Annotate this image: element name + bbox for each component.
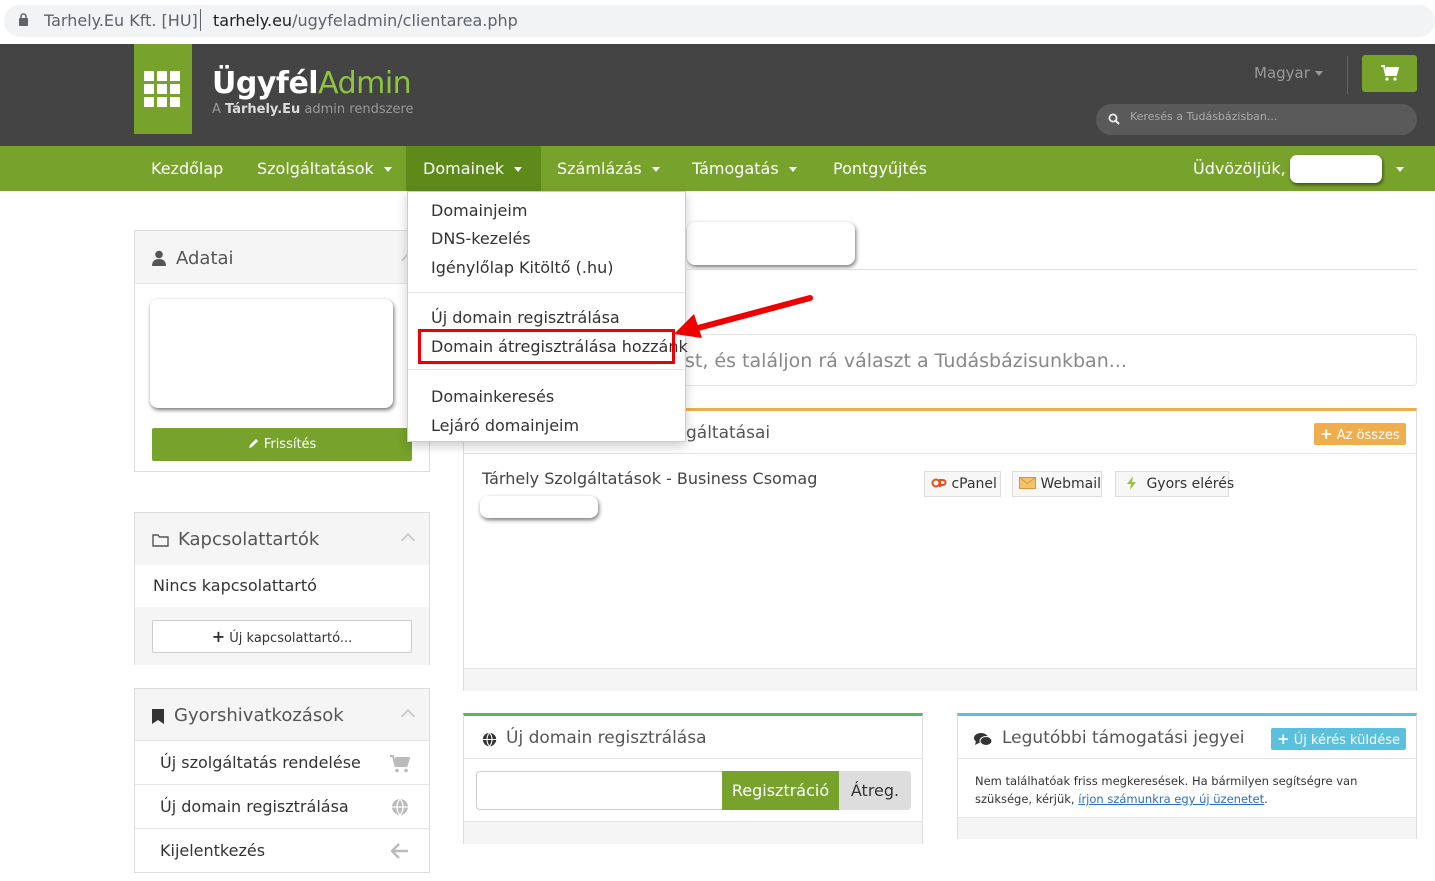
lock-icon xyxy=(19,13,28,26)
cpanel-icon xyxy=(931,478,947,488)
panel-adatai: Adatai Frissítés xyxy=(134,230,430,472)
new-ticket-button[interactable]: + Új kérés küldése xyxy=(1271,728,1407,750)
folder-icon xyxy=(152,534,169,547)
service-name[interactable]: Tárhely Szolgáltatások - Business Csomag xyxy=(482,469,817,488)
globe-icon xyxy=(392,798,408,816)
main-nav: Kezdőlap Szolgáltatások Domainek Számláz… xyxy=(0,146,1435,191)
no-contacts-text: Nincs kapcsolattartó xyxy=(153,576,317,595)
panel-header: Adatai xyxy=(135,231,429,284)
client-name-redacted xyxy=(687,222,855,265)
site-identity[interactable]: Tarhely.Eu Kft. [HU] xyxy=(44,11,198,30)
collapse-icon[interactable] xyxy=(400,708,416,724)
panel-domain-register: Új domain regisztrálása Regisztráció Átr… xyxy=(463,713,923,844)
panel-title: gáltatásai xyxy=(686,423,771,443)
cart-button[interactable] xyxy=(1362,55,1417,92)
menu-item-expiring-domains[interactable]: Lejáró domainjeim xyxy=(431,416,579,435)
menu-item-hu-form[interactable]: Igénylőlap Kitöltő (.hu) xyxy=(431,258,614,277)
chevron-down-icon xyxy=(514,167,523,172)
panel-title: Gyorshivatkozások xyxy=(174,705,344,726)
cart-icon xyxy=(1381,65,1399,81)
menu-item-register-domain[interactable]: Új domain regisztrálása xyxy=(431,308,620,327)
annotation-arrow-icon xyxy=(674,295,813,338)
new-message-link[interactable]: írjon számunkra egy új üzenetet xyxy=(1078,792,1264,806)
domains-dropdown-menu: Domainjeim DNS-kezelés Igénylőlap Kitölt… xyxy=(407,191,688,442)
menu-item-my-domains[interactable]: Domainjeim xyxy=(431,201,527,220)
nav-item-tamogatas[interactable]: Támogatás xyxy=(692,146,797,191)
panel-header: Gyorshivatkozások xyxy=(135,689,429,741)
url-text[interactable]: tarhely.eu/ugyfeladmin/clientarea.php xyxy=(213,11,518,30)
chevron-down-icon xyxy=(651,167,660,172)
transfer-button[interactable]: Átreg. xyxy=(839,771,911,810)
highlight-box xyxy=(418,329,675,364)
panel-contacts: Kapcsolattartók Nincs kapcsolattartó + Ú… xyxy=(134,512,430,665)
panel-title: Új domain regisztrálása xyxy=(506,728,707,748)
nav-welcome[interactable]: Üdvözöljük, xyxy=(1193,146,1286,191)
shortcut-new-service[interactable]: Új szolgáltatás rendelése xyxy=(135,741,429,785)
new-contact-button[interactable]: + Új kapcsolattartó... xyxy=(152,620,412,653)
kb-search-input[interactable] xyxy=(1130,110,1400,123)
nav-item-szolgaltatasok[interactable]: Szolgáltatások xyxy=(257,146,392,191)
menu-item-dns[interactable]: DNS-kezelés xyxy=(431,229,531,248)
arrow-left-icon xyxy=(391,843,408,859)
view-all-button[interactable]: + Az összes xyxy=(1314,423,1406,445)
mail-icon xyxy=(1019,477,1036,489)
shortcut-new-domain[interactable]: Új domain regisztrálása xyxy=(135,785,429,829)
list-item: Nincs kapcsolattartó xyxy=(135,565,429,607)
collapse-icon[interactable] xyxy=(400,532,416,548)
menu-divider xyxy=(408,369,685,370)
header-divider xyxy=(1347,56,1348,94)
panel-header: Legutóbbi támogatási jegyei + Új kérés k… xyxy=(958,716,1416,759)
address-redacted xyxy=(150,299,393,408)
nav-item-szamlazas[interactable]: Számlázás xyxy=(557,146,660,191)
globe-icon xyxy=(482,732,497,747)
panel-tickets: Legutóbbi támogatási jegyei + Új kérés k… xyxy=(957,713,1417,839)
bookmark-icon xyxy=(152,709,164,724)
menu-item-domain-search[interactable]: Domainkeresés xyxy=(431,387,554,406)
domain-redacted xyxy=(480,496,598,518)
tickets-empty-text: Nem találhatóak friss megkeresések. Ha b… xyxy=(975,774,1358,806)
nav-item-domainek[interactable]: Domainek xyxy=(406,146,541,191)
browser-address-bar: Tarhely.Eu Kft. [HU] tarhely.eu/ugyfelad… xyxy=(0,0,1435,44)
chevron-down-icon xyxy=(1314,71,1323,76)
panel-services: gáltatásai + Az összes Tárhely Szolgálta… xyxy=(463,408,1417,691)
url-separator xyxy=(200,9,201,31)
domain-input[interactable] xyxy=(476,771,723,810)
panel-footer xyxy=(464,668,1416,691)
logo-subtitle: A Tárhely.Eu admin rendszere xyxy=(212,102,414,117)
shortcut-logout[interactable]: Kijelentkezés xyxy=(135,829,429,873)
quick-access-button[interactable]: Gyors elérés xyxy=(1115,471,1234,497)
webmail-button[interactable]: Webmail xyxy=(1012,471,1102,497)
panel-header: Kapcsolattartók xyxy=(135,513,429,565)
chevron-down-icon xyxy=(1396,167,1404,172)
search-icon xyxy=(1108,113,1120,125)
cpanel-button[interactable]: cPanel xyxy=(924,471,1001,497)
panel-header: Új domain regisztrálása xyxy=(464,716,922,759)
user-menu-caret[interactable] xyxy=(1386,146,1404,191)
panel-footer xyxy=(958,817,1416,839)
nav-item-kezdolap[interactable]: Kezdőlap xyxy=(151,146,223,191)
chevron-down-icon xyxy=(383,167,392,172)
register-button[interactable]: Regisztráció xyxy=(722,771,839,810)
pencil-icon xyxy=(248,439,258,448)
logo-title[interactable]: ÜgyfélAdmin xyxy=(212,66,412,101)
logo-grid-icon xyxy=(144,71,180,107)
lightning-icon xyxy=(1127,476,1136,490)
panel-title: Adatai xyxy=(176,248,234,269)
kb-search-box xyxy=(1096,104,1417,135)
username-redacted xyxy=(1290,155,1382,183)
cart-icon xyxy=(390,755,410,773)
user-icon xyxy=(152,250,166,266)
comments-icon xyxy=(974,733,993,746)
panel-title: Legutóbbi támogatási jegyei xyxy=(1002,728,1245,748)
title-divider xyxy=(687,269,1417,270)
menu-divider xyxy=(408,292,685,293)
panel-title: Kapcsolattartók xyxy=(178,529,320,550)
panel-shortcuts: Gyorshivatkozások Új szolgáltatás rendel… xyxy=(134,688,430,873)
site-header: ÜgyfélAdmin A Tárhely.Eu admin rendszere… xyxy=(0,44,1435,146)
language-selector[interactable]: Magyar xyxy=(1254,64,1323,82)
refresh-button[interactable]: Frissítés xyxy=(152,428,412,461)
nav-item-pontgyujtes[interactable]: Pontgyűjtés xyxy=(833,146,927,191)
chevron-down-icon xyxy=(788,167,797,172)
panel-footer xyxy=(464,821,922,844)
